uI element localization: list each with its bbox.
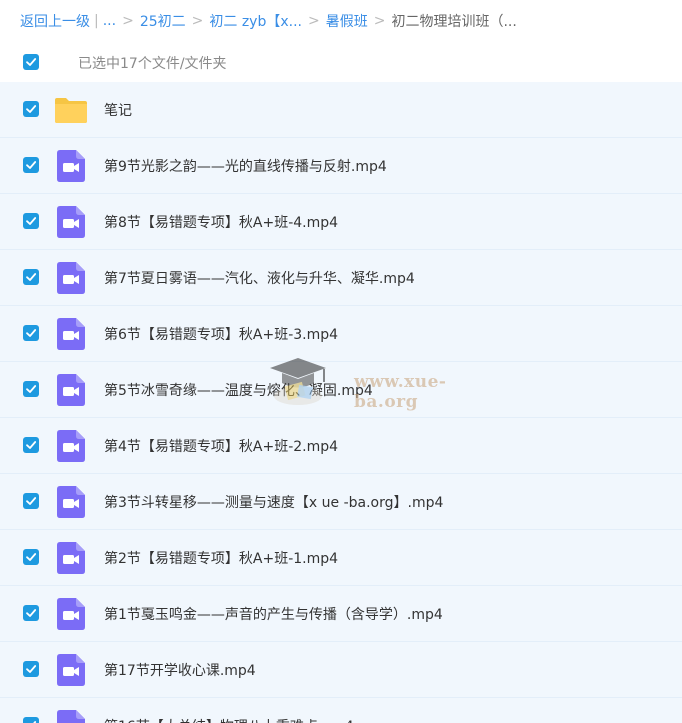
- check-icon: [26, 273, 37, 281]
- row-checkbox[interactable]: [23, 325, 39, 341]
- selection-count: 已选中17个文件/文件夹: [78, 56, 227, 72]
- file-name[interactable]: 第4节【易错题专项】秋A+班-2.mp4: [104, 436, 338, 456]
- row-checkbox[interactable]: [23, 381, 39, 397]
- file-row[interactable]: 第17节开学收心课.mp4: [0, 642, 682, 698]
- check-icon: [26, 329, 37, 337]
- file-name[interactable]: 第5节冰雪奇缘——温度与熔化、凝固.mp4: [104, 380, 373, 400]
- check-icon: [33, 721, 37, 723]
- row-checkbox[interactable]: [23, 717, 39, 723]
- row-checkbox[interactable]: [23, 101, 39, 117]
- check-icon: [26, 161, 37, 169]
- select-all-checkbox[interactable]: [23, 54, 39, 70]
- check-icon: [26, 58, 37, 66]
- breadcrumb-ellipsis[interactable]: ...: [103, 13, 116, 29]
- row-checkbox[interactable]: [23, 549, 39, 565]
- file-name[interactable]: 第16节【大总结】物理八上重难点.mp4: [104, 716, 354, 723]
- folder-icon: [54, 96, 88, 128]
- chevron-right-icon: >: [191, 13, 204, 29]
- check-icon: [26, 609, 37, 617]
- row-checkbox[interactable]: [23, 269, 39, 285]
- chevron-right-icon: >: [307, 13, 320, 29]
- file-row[interactable]: 第2节【易错题专项】秋A+班-1.mp4: [0, 530, 682, 586]
- breadcrumb-item[interactable]: 25初二: [140, 11, 186, 31]
- file-row[interactable]: 第9节光影之韵——光的直线传播与反射.mp4: [0, 138, 682, 194]
- video-file-icon: [57, 206, 85, 238]
- check-icon: [26, 497, 37, 505]
- check-icon: [26, 553, 37, 561]
- breadcrumb-current: 初二物理培训班（...: [391, 14, 517, 30]
- video-file-icon: [57, 262, 85, 294]
- row-checkbox[interactable]: [23, 661, 39, 677]
- file-row[interactable]: 第7节夏日雾语——汽化、液化与升华、凝华.mp4: [0, 250, 682, 306]
- back-link[interactable]: 返回上一级: [20, 11, 90, 31]
- file-name[interactable]: 第2节【易错题专项】秋A+班-1.mp4: [104, 548, 338, 568]
- selection-bar: 已选中17个文件/文件夹: [0, 42, 682, 82]
- row-checkbox[interactable]: [23, 157, 39, 173]
- file-name[interactable]: 笔记: [104, 100, 132, 120]
- file-name[interactable]: 第7节夏日雾语——汽化、液化与升华、凝华.mp4: [104, 268, 415, 288]
- file-row[interactable]: 第16节【大总结】物理八上重难点.mp4: [0, 698, 682, 723]
- file-name[interactable]: 第3节斗转星移——测量与速度【x ue -ba.org】.mp4: [104, 492, 443, 512]
- breadcrumb-item[interactable]: 暑假班: [326, 11, 368, 31]
- file-name[interactable]: 第9节光影之韵——光的直线传播与反射.mp4: [104, 156, 387, 176]
- file-name[interactable]: 第8节【易错题专项】秋A+班-4.mp4: [104, 212, 338, 232]
- video-file-icon: [57, 150, 85, 182]
- check-icon: [26, 217, 37, 225]
- video-file-icon: [57, 374, 85, 406]
- row-checkbox[interactable]: [23, 605, 39, 621]
- check-icon: [26, 385, 37, 393]
- file-row[interactable]: 笔记: [0, 82, 682, 138]
- file-row[interactable]: 第4节【易错题专项】秋A+班-2.mp4: [0, 418, 682, 474]
- file-name[interactable]: 第17节开学收心课.mp4: [104, 660, 256, 680]
- check-icon: [26, 665, 37, 673]
- video-file-icon: [57, 654, 85, 686]
- chevron-right-icon: >: [122, 13, 134, 29]
- breadcrumb: 返回上一级 | ... > 25初二 > 初二 zyb【x... > 暑假班 >…: [0, 0, 682, 42]
- file-row[interactable]: 第6节【易错题专项】秋A+班-3.mp4: [0, 306, 682, 362]
- file-list: 笔记第9节光影之韵——光的直线传播与反射.mp4 第8节【易错题专项】秋A+班-4…: [0, 82, 682, 723]
- video-file-icon: [57, 430, 85, 462]
- breadcrumb-item[interactable]: 初二 zyb【x...: [209, 11, 302, 31]
- row-checkbox[interactable]: [23, 213, 39, 229]
- chevron-right-icon: >: [373, 13, 386, 29]
- video-file-icon: [57, 318, 85, 350]
- row-checkbox[interactable]: [23, 493, 39, 509]
- file-name[interactable]: 第1节戛玉鸣金——声音的产生与传播（含导学）.mp4: [104, 604, 443, 624]
- file-name[interactable]: 第6节【易错题专项】秋A+班-3.mp4: [104, 324, 338, 344]
- check-icon: [26, 441, 37, 449]
- breadcrumb-divider: |: [94, 13, 99, 29]
- video-file-icon: [57, 486, 85, 518]
- video-file-icon: [57, 710, 85, 723]
- file-row[interactable]: 第5节冰雪奇缘——温度与熔化、凝固.mp4: [0, 362, 682, 418]
- video-file-icon: [57, 542, 85, 574]
- video-file-icon: [57, 598, 85, 630]
- file-row[interactable]: 第8节【易错题专项】秋A+班-4.mp4: [0, 194, 682, 250]
- file-row[interactable]: 第1节戛玉鸣金——声音的产生与传播（含导学）.mp4: [0, 586, 682, 642]
- file-row[interactable]: 第3节斗转星移——测量与速度【x ue -ba.org】.mp4: [0, 474, 682, 530]
- row-checkbox[interactable]: [23, 437, 39, 453]
- check-icon: [26, 105, 37, 113]
